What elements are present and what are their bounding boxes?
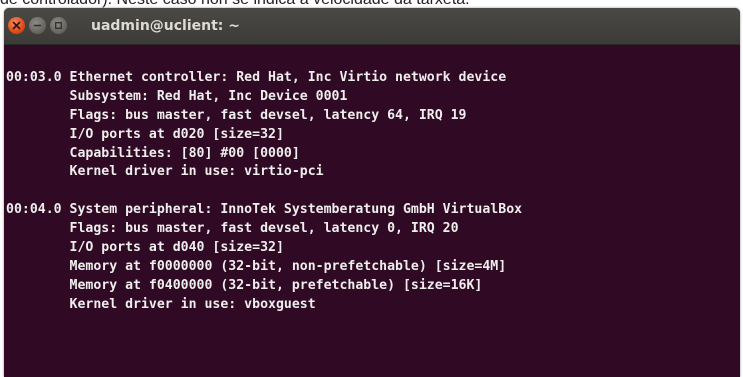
terminal-output-line: I/O ports at d020 [size=32]	[6, 126, 284, 142]
maximize-button[interactable]	[50, 17, 67, 34]
terminal-window[interactable]: uadmin@uclient: ~ 00:03.0 Ethernet contr…	[4, 8, 740, 377]
terminal-output-line: Flags: bus master, fast devsel, latency …	[6, 107, 467, 123]
window-control-buttons	[8, 17, 67, 35]
terminal-output-line: Memory at f0000000 (32-bit, non-prefetch…	[6, 258, 507, 274]
terminal-output-line: Kernel driver in use: virtio-pci	[6, 164, 324, 180]
minimize-icon	[33, 21, 42, 30]
terminal-output-line: Subsystem: Red Hat, Inc Device 0001	[6, 88, 348, 104]
minimize-button[interactable]	[29, 17, 46, 34]
terminal-output-line: I/O ports at d040 [size=32]	[6, 240, 284, 256]
close-icon	[12, 21, 21, 30]
terminal-output-line: Flags: bus master, fast devsel, latency …	[6, 221, 459, 237]
page: de controlador). Neste caso non se indic…	[0, 0, 743, 377]
terminal-output-line: 00:04.0 System peripheral: InnoTek Syste…	[6, 202, 523, 218]
terminal-output[interactable]: 00:03.0 Ethernet controller: Red Hat, In…	[6, 69, 738, 315]
terminal-output-line: Kernel driver in use: vboxguest	[6, 296, 316, 312]
terminal-output-line: Capabilities: [80] #00 [0000]	[6, 145, 300, 161]
terminal-output-line: Memory at f0400000 (32-bit, prefetchable…	[6, 277, 483, 293]
maximize-icon	[54, 21, 63, 30]
terminal-output-line: 00:03.0 Ethernet controller: Red Hat, In…	[6, 70, 507, 85]
window-title: uadmin@uclient: ~	[91, 18, 241, 34]
window-titlebar[interactable]: uadmin@uclient: ~	[4, 8, 740, 45]
close-button[interactable]	[8, 17, 25, 34]
